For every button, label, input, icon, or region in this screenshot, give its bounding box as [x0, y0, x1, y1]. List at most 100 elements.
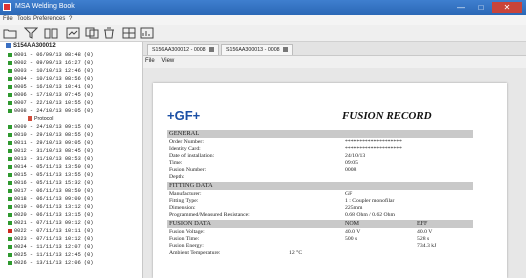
tree-item[interactable]: 0002 - 09/09/13 16:27 (0)	[8, 60, 93, 67]
tree-root[interactable]: S154AA300012	[6, 43, 56, 49]
tree-item-label: 0016 - 05/11/13 15:32 (0)	[14, 180, 94, 186]
tree-item[interactable]: 0008 - 24/10/13 09:05 (0)	[8, 108, 93, 115]
folder-icon[interactable]	[3, 27, 17, 39]
tree-item-label: 0014 - 05/11/13 13:50 (0)	[14, 164, 94, 170]
tree-item-label: 0022 - 07/11/13 10:11 (0)	[14, 228, 94, 234]
section-fusion: FUSION DATA NOM EFF	[167, 220, 473, 228]
app-icon	[3, 3, 11, 11]
ok-status-icon	[8, 84, 12, 89]
tree-item[interactable]: 0012 - 31/10/13 08:45 (0)	[8, 148, 93, 155]
menu-preferences[interactable]: Preferences	[33, 16, 65, 22]
document-viewer[interactable]: +GF+ FUSION RECORD GENERAL Order Number:…	[143, 68, 526, 278]
menu-help[interactable]: ?	[69, 16, 72, 22]
report-icon[interactable]	[66, 27, 80, 39]
ok-status-icon	[8, 140, 12, 145]
tree-item-label: 0009 - 24/10/13 09:15 (0)	[14, 124, 94, 130]
window-title: MSA Welding Book	[15, 3, 75, 10]
tree-item[interactable]: 0019 - 06/11/13 13:12 (0)	[8, 204, 93, 211]
chart-icon[interactable]	[140, 27, 154, 39]
fusion-record-page: +GF+ FUSION RECORD GENERAL Order Number:…	[153, 83, 507, 278]
col-eff: EFF	[417, 221, 428, 227]
close-button[interactable]: ✕	[492, 2, 522, 13]
row-fusion-voltage: Fusion Voltage: 40.0 V 40.0 V	[169, 229, 433, 235]
viewer-menu-view[interactable]: View	[161, 58, 174, 64]
tree-item[interactable]: 0020 - 06/11/13 13:15 (0)	[8, 212, 93, 219]
ok-status-icon	[8, 244, 12, 249]
tree-item[interactable]: 0003 - 10/10/13 12:46 (0)	[8, 68, 93, 75]
tree-item[interactable]: 0022 - 07/11/13 10:11 (0)	[8, 228, 93, 235]
book-icon[interactable]	[44, 27, 58, 39]
viewer-menu-file[interactable]: File	[145, 58, 155, 64]
tree-item[interactable]: 0021 - 07/11/13 09:12 (0)	[8, 220, 93, 227]
tree-item[interactable]: 0011 - 29/10/13 09:05 (0)	[8, 140, 93, 147]
tree-sub-item-protocol[interactable]: Protocol	[28, 116, 53, 122]
ok-status-icon	[8, 124, 12, 129]
tree-item-label: 0026 - 13/11/13 12:06 (0)	[14, 260, 94, 266]
minimize-button[interactable]: —	[452, 2, 470, 13]
menu-file[interactable]: File	[3, 16, 13, 22]
tree-item-label: 0003 - 10/10/13 12:46 (0)	[14, 68, 94, 74]
tree-item[interactable]: 0007 - 22/10/13 10:55 (0)	[8, 100, 93, 107]
row-manufacturer: Manufacturer: GF	[169, 191, 353, 197]
row-fitting-type: Fitting Type: 1 : Coupler monofilar	[169, 198, 395, 204]
tree-item[interactable]: 0026 - 13/11/13 12:06 (0)	[8, 260, 93, 267]
pdf-icon	[28, 116, 32, 122]
tree-item-label: 0011 - 29/10/13 09:05 (0)	[14, 140, 94, 146]
title-bar: MSA Welding Book — □ ✕	[0, 0, 526, 15]
ok-status-icon	[8, 180, 12, 185]
tree-item-label: 0013 - 31/10/13 08:53 (0)	[14, 156, 94, 162]
tree-item[interactable]: 0016 - 05/11/13 15:32 (0)	[8, 180, 93, 187]
tree-item[interactable]: 0014 - 05/11/13 13:50 (0)	[8, 164, 93, 171]
tree-item[interactable]: 0001 - 06/09/13 08:48 (0)	[8, 52, 93, 59]
ok-status-icon	[8, 220, 12, 225]
ok-status-icon	[8, 204, 12, 209]
tree-item[interactable]: 0023 - 07/11/13 10:12 (0)	[8, 236, 93, 243]
tree-item[interactable]: 0009 - 24/10/13 09:15 (0)	[8, 124, 93, 131]
row-date: Date of installation: 24/10/13	[169, 153, 366, 159]
tab-record-2[interactable]: S156AA300013 - 0008	[221, 44, 293, 55]
close-tab-icon[interactable]	[208, 47, 214, 53]
ok-status-icon	[8, 132, 12, 137]
section-general: GENERAL	[167, 130, 473, 138]
delete-icon[interactable]	[102, 27, 116, 39]
tree-item-label: 0020 - 06/11/13 13:15 (0)	[14, 212, 94, 218]
tab-record-1[interactable]: S156AA300012 - 0008	[147, 44, 219, 55]
tree-item-label: 0012 - 31/10/13 08:45 (0)	[14, 148, 94, 154]
tree-item-label: 0007 - 22/10/13 10:55 (0)	[14, 100, 94, 106]
ok-status-icon	[8, 108, 12, 113]
row-fusion-number: Fusion Number: 0008	[169, 167, 357, 173]
tree-item[interactable]: 0005 - 16/10/13 10:41 (0)	[8, 84, 93, 91]
tree-item[interactable]: 0025 - 11/11/13 12:45 (0)	[8, 252, 93, 259]
tree-item[interactable]: 0015 - 05/11/13 13:55 (0)	[8, 172, 93, 179]
tab-label: S156AA300013 - 0008	[226, 47, 280, 53]
ok-status-icon	[8, 188, 12, 193]
row-resistance: Programmed/Measured Resistance: 0.68 Ohm …	[169, 212, 395, 218]
tree-item[interactable]: 0024 - 11/11/13 12:07 (0)	[8, 244, 93, 251]
report-title: FUSION RECORD	[342, 110, 432, 122]
tree-item[interactable]: 0017 - 06/11/13 08:50 (0)	[8, 188, 93, 195]
tree-item-label: 0017 - 06/11/13 08:50 (0)	[14, 188, 94, 194]
tree-item[interactable]: 0013 - 31/10/13 08:53 (0)	[8, 156, 93, 163]
tree-item[interactable]: 0018 - 06/11/13 09:00 (0)	[8, 196, 93, 203]
row-fusion-time: Fusion Time: 500 s 528 s	[169, 236, 430, 242]
grid-icon[interactable]	[122, 27, 136, 39]
row-fusion-energy: Fusion Energy: 734.3 kJ	[169, 243, 437, 249]
maximize-button[interactable]: □	[472, 2, 490, 13]
col-nom: NOM	[345, 221, 360, 227]
close-tab-icon[interactable]	[282, 47, 288, 53]
ok-status-icon	[8, 92, 12, 97]
ok-status-icon	[8, 164, 12, 169]
row-dimension: Dimension: 225mm	[169, 205, 363, 211]
section-fitting: FITTING DATA	[167, 182, 473, 190]
menu-tools[interactable]: Tools	[17, 16, 31, 22]
tree-item[interactable]: 0006 - 17/10/13 07:45 (0)	[8, 92, 93, 99]
filter-icon[interactable]	[24, 27, 38, 39]
ok-status-icon	[8, 156, 12, 161]
tree-item[interactable]: 0010 - 29/10/13 08:55 (0)	[8, 132, 93, 139]
tree-item[interactable]: 0004 - 10/10/13 08:56 (0)	[8, 76, 93, 83]
error-status-icon	[8, 228, 12, 233]
copy-icon[interactable]	[85, 27, 99, 39]
tree-item-label: 0006 - 17/10/13 07:45 (0)	[14, 92, 94, 98]
ok-status-icon	[8, 148, 12, 153]
tree-item-label: 0025 - 11/11/13 12:45 (0)	[14, 252, 94, 258]
